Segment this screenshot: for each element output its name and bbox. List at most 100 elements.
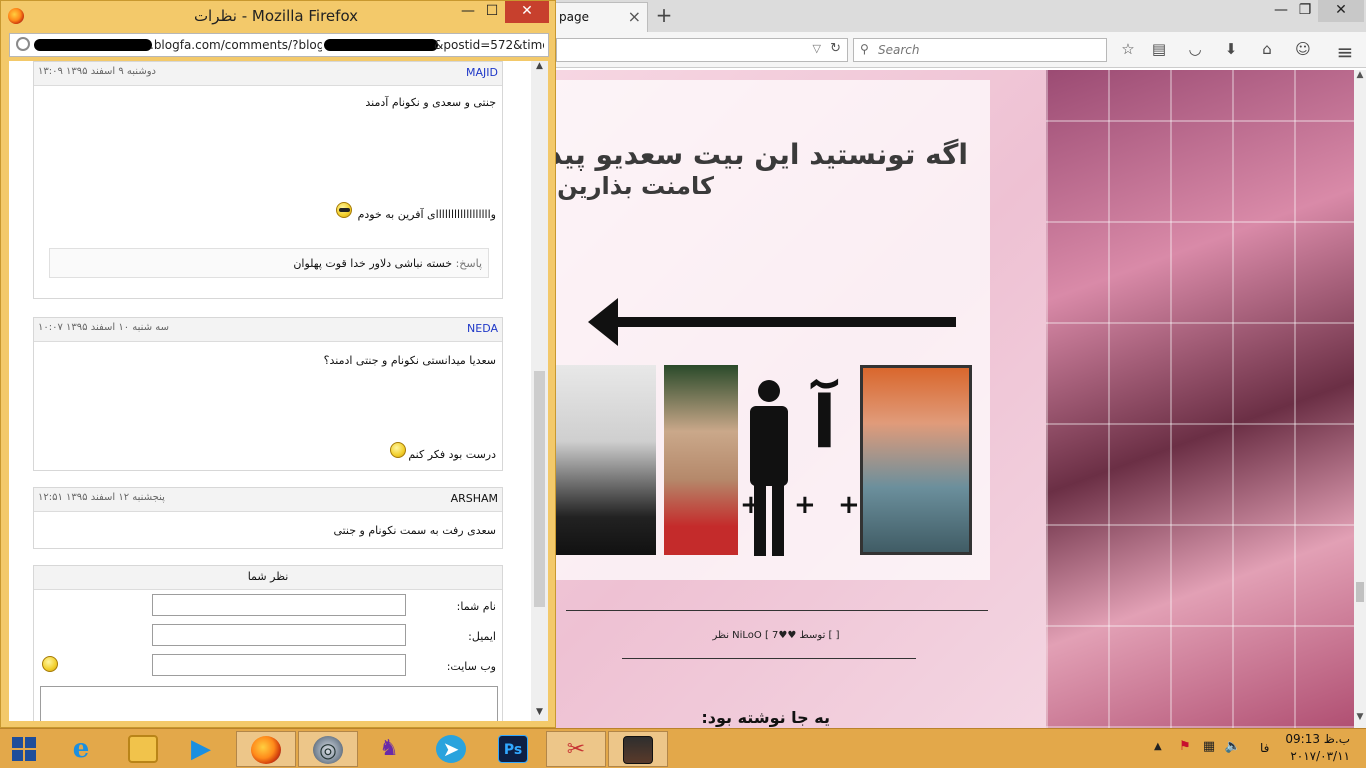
taskbar-internet-explorer[interactable]: e xyxy=(52,731,112,767)
taskbar: e ▶ ◎ ♞ ➤ Ps ✂ ▲ ⚑ ▦ 🔈 فا ب.ظ 09:13 ۲۰۱۷… xyxy=(0,728,1366,768)
comment-item: ARSHAM پنجشنبه ۱۲ اسفند ۱۳۹۵ ۱۲:۵۱ سعدی … xyxy=(33,487,503,549)
popup-title-bar[interactable]: نظرات - Mozilla Firefox — ☐ ✕ xyxy=(1,1,555,31)
post-image-caption-line1: اگه تونستید این بیت سعدیو پیدا کنین xyxy=(556,138,968,171)
reply-label: پاسخ: xyxy=(455,257,482,270)
comment-text: واااااااااااااااااای آفرین به خودم xyxy=(357,208,496,221)
url-text: .blogfa.com/comments/?blogid= xyxy=(150,38,322,52)
post-divider xyxy=(622,658,916,659)
url-text-tail: &postid=572&time xyxy=(434,38,544,52)
tray-expand-icon[interactable]: ▲ xyxy=(1154,741,1162,752)
portrait-cleric xyxy=(556,365,656,555)
internet-explorer-icon: e xyxy=(72,734,90,764)
telegram-icon: ➤ xyxy=(436,735,466,763)
new-tab-button[interactable]: + xyxy=(652,2,676,28)
url-dropdown-icon[interactable]: ▽ xyxy=(813,42,821,55)
taskbar-firefox[interactable] xyxy=(236,731,296,767)
start-button[interactable] xyxy=(4,731,46,767)
email-field[interactable] xyxy=(152,624,406,646)
download-icon[interactable]: ⬇ xyxy=(1221,40,1241,60)
reply-body: خسته نباشی دلاور خدا قوت پهلوان xyxy=(293,257,453,270)
comment-header: ARSHAM پنجشنبه ۱۲ اسفند ۱۳۹۵ ۱۲:۵۱ xyxy=(34,488,502,512)
scroll-thumb[interactable] xyxy=(1356,582,1364,602)
main-url-bar[interactable]: ▽ ↻ xyxy=(556,38,848,62)
comment-form: نظر شما نام شما: ایمیل: وب سایت: xyxy=(33,565,503,721)
photoshop-icon: Ps xyxy=(498,735,528,763)
main-maximize-button[interactable]: ❐ xyxy=(1290,0,1320,22)
thinking-smiley-icon xyxy=(390,442,406,458)
post-image: اگه تونستید این بیت سعدیو پیدا کنین کامن… xyxy=(556,80,990,580)
scroll-up-arrow-icon[interactable]: ▲ xyxy=(1354,70,1366,86)
comment-textarea[interactable] xyxy=(40,686,498,721)
bookmark-star-icon[interactable]: ☆ xyxy=(1118,40,1138,60)
emoji-picker-icon[interactable] xyxy=(42,656,58,672)
hamburger-menu-icon[interactable]: ≡ xyxy=(1335,40,1355,64)
taskbar-tool[interactable]: ✂ xyxy=(546,731,606,767)
clock-date[interactable]: ۲۰۱۷/۰۳/۱۱ xyxy=(1284,749,1350,763)
comment-author[interactable]: MAJID xyxy=(466,66,498,79)
reload-icon[interactable]: ↻ xyxy=(830,41,841,56)
taskbar-game[interactable]: ♞ xyxy=(360,731,420,767)
redaction-mark xyxy=(34,39,152,51)
pocket-icon[interactable]: ◡ xyxy=(1185,40,1205,60)
play-icon: ▶ xyxy=(191,734,211,764)
network-icon[interactable]: ▦ xyxy=(1200,739,1218,757)
taskbar-disk-utility[interactable]: ◎ xyxy=(298,731,358,767)
taskbar-dark-app[interactable] xyxy=(608,731,668,767)
plus-sign-3: + xyxy=(838,490,860,520)
comment-author[interactable]: ARSHAM xyxy=(451,492,498,505)
post-divider xyxy=(566,610,988,611)
portrait-saadi xyxy=(860,365,972,555)
firefox-icon xyxy=(8,8,24,24)
cool-smiley-icon xyxy=(336,202,352,218)
comment-header: NEDA سه شنبه ۱۰ اسفند ۱۳۹۵ ۱۰:۰۷ xyxy=(34,318,502,342)
plus-sign-1: + xyxy=(740,490,762,520)
chat-icon[interactable]: ☺ xyxy=(1293,40,1313,60)
popup-url-bar[interactable]: .blogfa.com/comments/?blogid= &postid=57… xyxy=(9,33,549,57)
comment-header: MAJID دوشنبه ۹ اسفند ۱۳۹۵ ۱۳:۰۹ xyxy=(34,62,502,86)
website-label: وب سایت: xyxy=(446,660,496,673)
scroll-down-arrow-icon[interactable]: ▼ xyxy=(1354,712,1366,728)
comment-item: MAJID دوشنبه ۹ اسفند ۱۳۹۵ ۱۳:۰۹ جنتی و س… xyxy=(33,61,503,299)
clock-time[interactable]: ب.ظ 09:13 xyxy=(1284,732,1350,746)
redaction-mark xyxy=(324,39,438,51)
comment-author[interactable]: NEDA xyxy=(467,322,498,335)
website-field[interactable] xyxy=(152,654,406,676)
disk-icon: ◎ xyxy=(313,736,343,764)
comments-content: MAJID دوشنبه ۹ اسفند ۱۳۹۵ ۱۳:۰۹ جنتی و س… xyxy=(9,61,531,721)
firefox-icon xyxy=(251,736,281,764)
action-center-flag-icon[interactable]: ⚑ xyxy=(1176,739,1194,757)
volume-icon[interactable]: 🔈 xyxy=(1224,739,1242,757)
taskbar-photoshop[interactable]: Ps xyxy=(484,731,544,767)
stick-figure-man xyxy=(746,380,794,560)
portrait-footballer xyxy=(664,365,738,555)
scroll-down-arrow-icon[interactable]: ▼ xyxy=(531,707,548,721)
tab-close-icon[interactable]: × xyxy=(628,7,641,26)
popup-scrollbar[interactable]: ▲ ▼ xyxy=(531,61,548,721)
email-label: ایمیل: xyxy=(468,630,496,643)
popup-maximize-button[interactable]: ☐ xyxy=(477,1,507,23)
globe-icon xyxy=(16,37,30,51)
post-meta-line[interactable]: [ ] توسط ♥♥NiLoO [ 7 نظر xyxy=(576,630,976,641)
plus-sign-2: + xyxy=(794,490,816,520)
blog-page-content: اگه تونستید این بیت سعدیو پیدا کنین کامن… xyxy=(556,70,1354,728)
main-scrollbar[interactable]: ▲ ▼ xyxy=(1354,70,1366,728)
stick-right-leg xyxy=(772,484,784,556)
name-field[interactable] xyxy=(152,594,406,616)
left-arrow-bar xyxy=(606,317,956,327)
comment-date: سه شنبه ۱۰ اسفند ۱۳۹۵ ۱۰:۰۷ xyxy=(38,322,169,333)
scroll-up-arrow-icon[interactable]: ▲ xyxy=(531,61,548,75)
comments-popup-window: نظرات - Mozilla Firefox — ☐ ✕ .blogfa.co… xyxy=(0,0,556,728)
main-close-button[interactable]: ✕ xyxy=(1318,0,1364,22)
folder-icon xyxy=(128,735,158,763)
search-input[interactable] xyxy=(878,42,1098,58)
reading-list-icon[interactable]: ▤ xyxy=(1149,40,1169,60)
search-box[interactable]: ⚲ xyxy=(853,38,1107,62)
taskbar-file-explorer[interactable] xyxy=(114,731,174,767)
scroll-thumb[interactable] xyxy=(534,371,545,607)
language-indicator[interactable]: فا xyxy=(1260,741,1269,755)
popup-close-button[interactable]: ✕ xyxy=(505,1,549,23)
taskbar-media-player[interactable]: ▶ xyxy=(172,731,232,767)
taskbar-telegram[interactable]: ➤ xyxy=(422,731,482,767)
tab-page[interactable]: page × xyxy=(548,2,648,32)
home-icon[interactable]: ⌂ xyxy=(1257,40,1277,60)
